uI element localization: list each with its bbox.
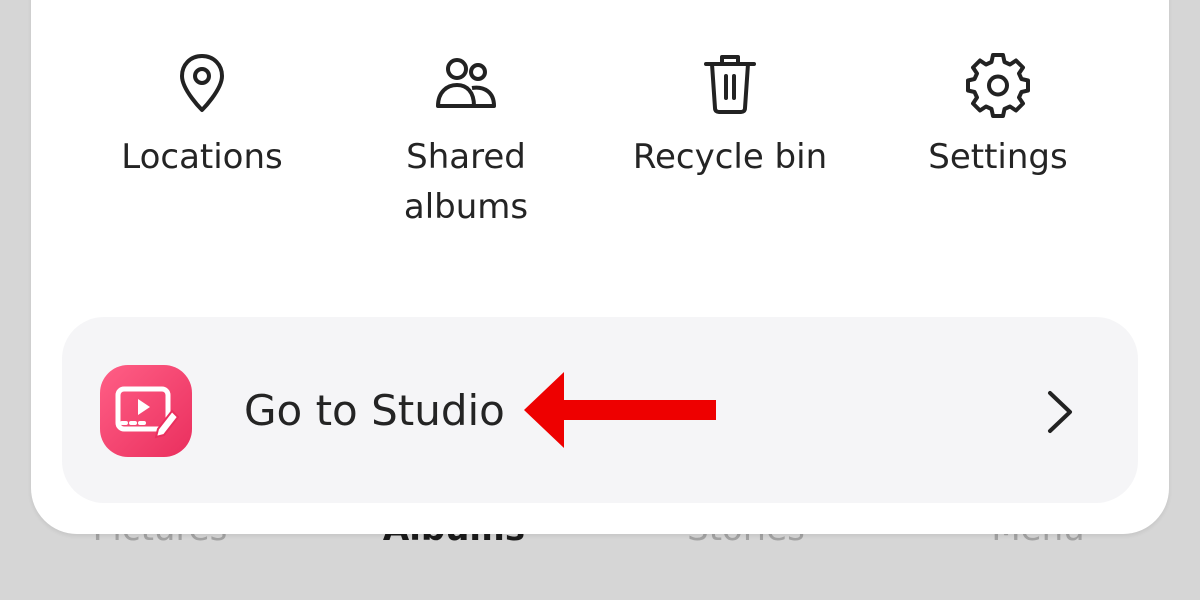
gear-icon [966,53,1030,118]
shared-albums-label: Shared albums [403,137,529,227]
trash-icon [704,55,756,114]
settings-label: Settings [928,137,1068,177]
locations-label: Locations [121,137,283,177]
red-arrow-icon [524,372,716,448]
recycle-bin-label: Recycle bin [632,137,828,177]
chevron-right-icon[interactable] [1042,389,1078,435]
shared-albums-button[interactable]: Shared albums [346,50,586,232]
studio-app-icon [100,365,192,457]
go-to-studio-label: Go to Studio [244,386,505,435]
video-edit-icon [115,386,180,439]
location-pin-icon [180,54,224,112]
people-icon [436,58,496,108]
menu-sheet: Locations Shared albums Recycle bin Sett… [31,0,1169,534]
locations-button[interactable]: Locations [82,50,322,182]
settings-button[interactable]: Settings [878,50,1118,182]
recycle-bin-button[interactable]: Recycle bin [610,50,850,182]
